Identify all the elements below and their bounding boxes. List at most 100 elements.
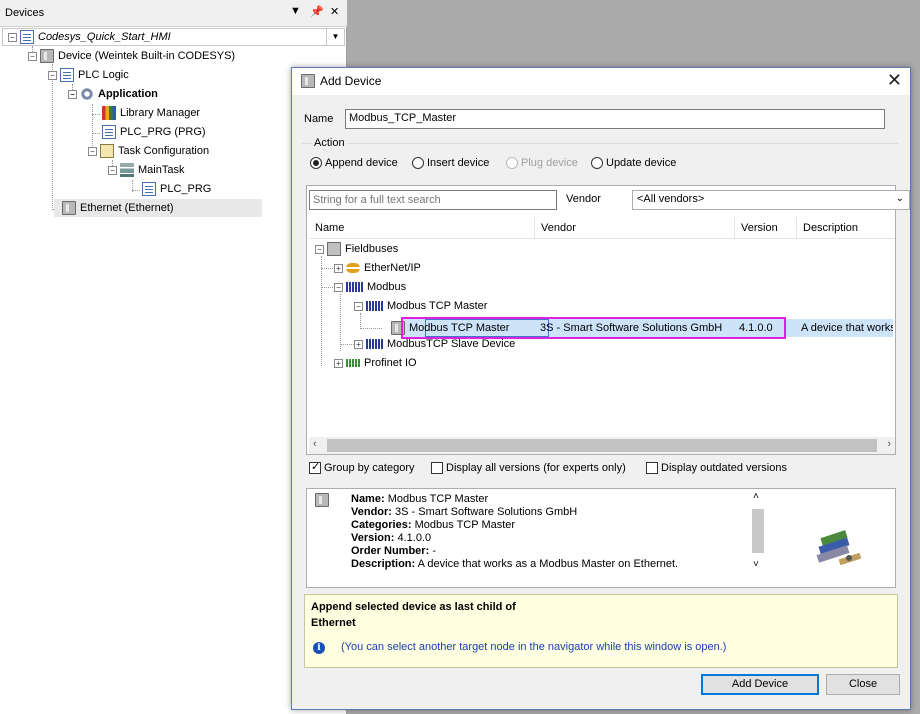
tree-item-plc-prg[interactable]: PLC_PRG (PRG) — [102, 123, 206, 141]
collapse-icon[interactable]: − — [68, 89, 77, 99]
collapse-icon[interactable]: − — [28, 51, 37, 61]
action-label: Action — [312, 137, 347, 149]
close-button[interactable]: Close — [826, 674, 900, 695]
collapse-icon[interactable]: − — [48, 70, 57, 80]
program-call-icon — [142, 182, 156, 197]
chevron-down-icon[interactable]: ▼ — [326, 29, 344, 45]
column-description[interactable]: Description — [797, 217, 895, 239]
search-input[interactable] — [309, 190, 557, 210]
expand-icon[interactable]: + — [354, 339, 363, 349]
close-icon[interactable]: ✕ — [887, 70, 902, 91]
info-name: Name: Modbus TCP Master — [351, 493, 489, 505]
collapse-icon[interactable]: − — [88, 146, 97, 156]
tree-item-library-manager[interactable]: Library Manager — [102, 104, 200, 122]
catalog-item-modbus-tcp-master-group[interactable]: − Modbus TCP Master — [354, 297, 487, 315]
devices-title: Devices — [5, 7, 45, 19]
info-categories: Categories: Modbus TCP Master — [351, 519, 516, 531]
devices-header: Devices ▼ 📌 ✕ — [0, 0, 347, 27]
info-order-number: Order Number: - — [351, 545, 436, 557]
info-description: Description: A device that works as a Mo… — [351, 558, 679, 570]
scroll-left-icon[interactable]: ‹ — [313, 438, 317, 450]
library-books-icon — [102, 106, 116, 121]
pin-icon[interactable]: 📌 — [310, 5, 324, 18]
add-device-dialog: Add Device ✕ Name Modbus_TCP_Master Acti… — [291, 67, 911, 710]
highlight-annotation — [401, 317, 786, 339]
collapse-icon[interactable]: − — [315, 244, 324, 254]
device-preview-image — [777, 492, 893, 586]
hint-panel: Append selected device as last child of … — [304, 594, 898, 668]
task-config-icon — [100, 144, 114, 159]
info-icon: i — [313, 642, 325, 654]
add-device-button[interactable]: Add Device — [701, 674, 819, 695]
vendor-label: Vendor — [566, 193, 601, 205]
expand-icon[interactable]: + — [334, 358, 343, 368]
info-version: Version: 4.1.0.0 — [351, 532, 432, 544]
hint-line-3: (You can select another target node in t… — [341, 641, 727, 653]
display-outdated-versions-checkbox[interactable]: Display outdated versions — [646, 462, 787, 475]
radio-plug-device: Plug device — [506, 157, 578, 170]
task-stack-icon — [120, 163, 134, 178]
modbus-icon — [346, 282, 364, 293]
expand-icon[interactable]: + — [334, 263, 343, 273]
plc-logic-icon — [60, 68, 74, 83]
column-name[interactable]: Name — [309, 217, 535, 239]
chevron-down-icon: ⌄ — [895, 193, 904, 204]
panel-close-icon[interactable]: ✕ — [330, 5, 339, 18]
device-icon — [315, 493, 329, 507]
tree-item-application[interactable]: − Application — [68, 85, 158, 103]
catalog-item-fieldbuses[interactable]: − Fieldbuses — [315, 240, 398, 258]
modbus-icon — [366, 301, 384, 312]
device-info-panel: Name: Modbus TCP Master Vendor: 3S - Sma… — [306, 488, 896, 588]
fieldbus-icon — [327, 242, 341, 257]
scroll-up-icon[interactable]: ˄ — [753, 491, 759, 502]
info-scrollbar[interactable]: ˄ ˅ — [751, 491, 765, 587]
catalog-item-ethernet-ip[interactable]: + EtherNet/IP — [334, 259, 421, 277]
column-version[interactable]: Version — [735, 217, 797, 239]
horizontal-scrollbar[interactable]: ‹ › — [309, 437, 895, 454]
modbus-icon — [366, 339, 384, 350]
ethernet-device-icon — [62, 201, 76, 216]
radio-insert-device[interactable]: Insert device — [412, 157, 489, 170]
tree-item-project[interactable]: − Codesys_Quick_Start_HMI — [8, 28, 171, 46]
profinet-icon — [346, 359, 360, 368]
dialog-title: Add Device — [320, 74, 382, 88]
device-icon — [40, 49, 54, 64]
catalog-description-cell: A device that works — [801, 322, 893, 334]
catalog-item-modbus[interactable]: − Modbus — [334, 278, 406, 296]
hint-line-2: Ethernet — [311, 617, 356, 629]
display-all-versions-checkbox[interactable]: Display all versions (for experts only) — [431, 462, 626, 475]
tree-item-maintask[interactable]: − MainTask — [108, 161, 184, 179]
device-icon — [301, 74, 315, 88]
project-icon — [20, 30, 34, 45]
column-header: Name Vendor Version Description — [309, 217, 895, 239]
collapse-icon[interactable]: − — [8, 32, 17, 42]
panel-menu-icon[interactable]: ▼ — [290, 5, 301, 17]
hint-line-1: Append selected device as last child of — [311, 601, 516, 613]
tree-item-ethernet[interactable]: Ethernet (Ethernet) — [54, 199, 262, 217]
device-catalog: Vendor <All vendors> ⌄ Name Vendor Versi… — [306, 185, 910, 455]
collapse-icon[interactable]: − — [354, 301, 363, 311]
program-icon — [102, 125, 116, 140]
scroll-right-icon[interactable]: › — [887, 438, 891, 450]
radio-append-device[interactable]: Append device — [310, 157, 398, 170]
info-vendor: Vendor: 3S - Smart Software Solutions Gm… — [351, 506, 578, 518]
radio-update-device[interactable]: Update device — [591, 157, 676, 170]
tree-item-plc-prg-call[interactable]: PLC_PRG — [142, 180, 211, 198]
scroll-thumb[interactable] — [327, 439, 877, 452]
ethernet-ip-icon — [346, 263, 360, 274]
tree-item-task-configuration[interactable]: − Task Configuration — [88, 142, 209, 160]
vendor-select[interactable]: <All vendors> ⌄ — [632, 190, 910, 210]
catalog-item-profinet-io[interactable]: + Profinet IO — [334, 354, 417, 372]
tree-item-device[interactable]: − Device (Weintek Built-in CODESYS) — [28, 47, 235, 65]
application-gear-icon — [80, 87, 94, 102]
group-by-category-checkbox[interactable]: Group by category — [309, 460, 415, 475]
dialog-titlebar[interactable]: Add Device ✕ — [292, 68, 910, 95]
scroll-down-icon[interactable]: ˅ — [753, 559, 759, 570]
column-vendor[interactable]: Vendor — [535, 217, 735, 239]
collapse-icon[interactable]: − — [334, 282, 343, 292]
collapse-icon[interactable]: − — [108, 165, 117, 175]
name-input[interactable]: Modbus_TCP_Master — [345, 109, 885, 129]
name-label: Name — [304, 113, 334, 125]
scroll-thumb[interactable] — [752, 509, 764, 553]
tree-item-plc-logic[interactable]: − PLC Logic — [48, 66, 129, 84]
